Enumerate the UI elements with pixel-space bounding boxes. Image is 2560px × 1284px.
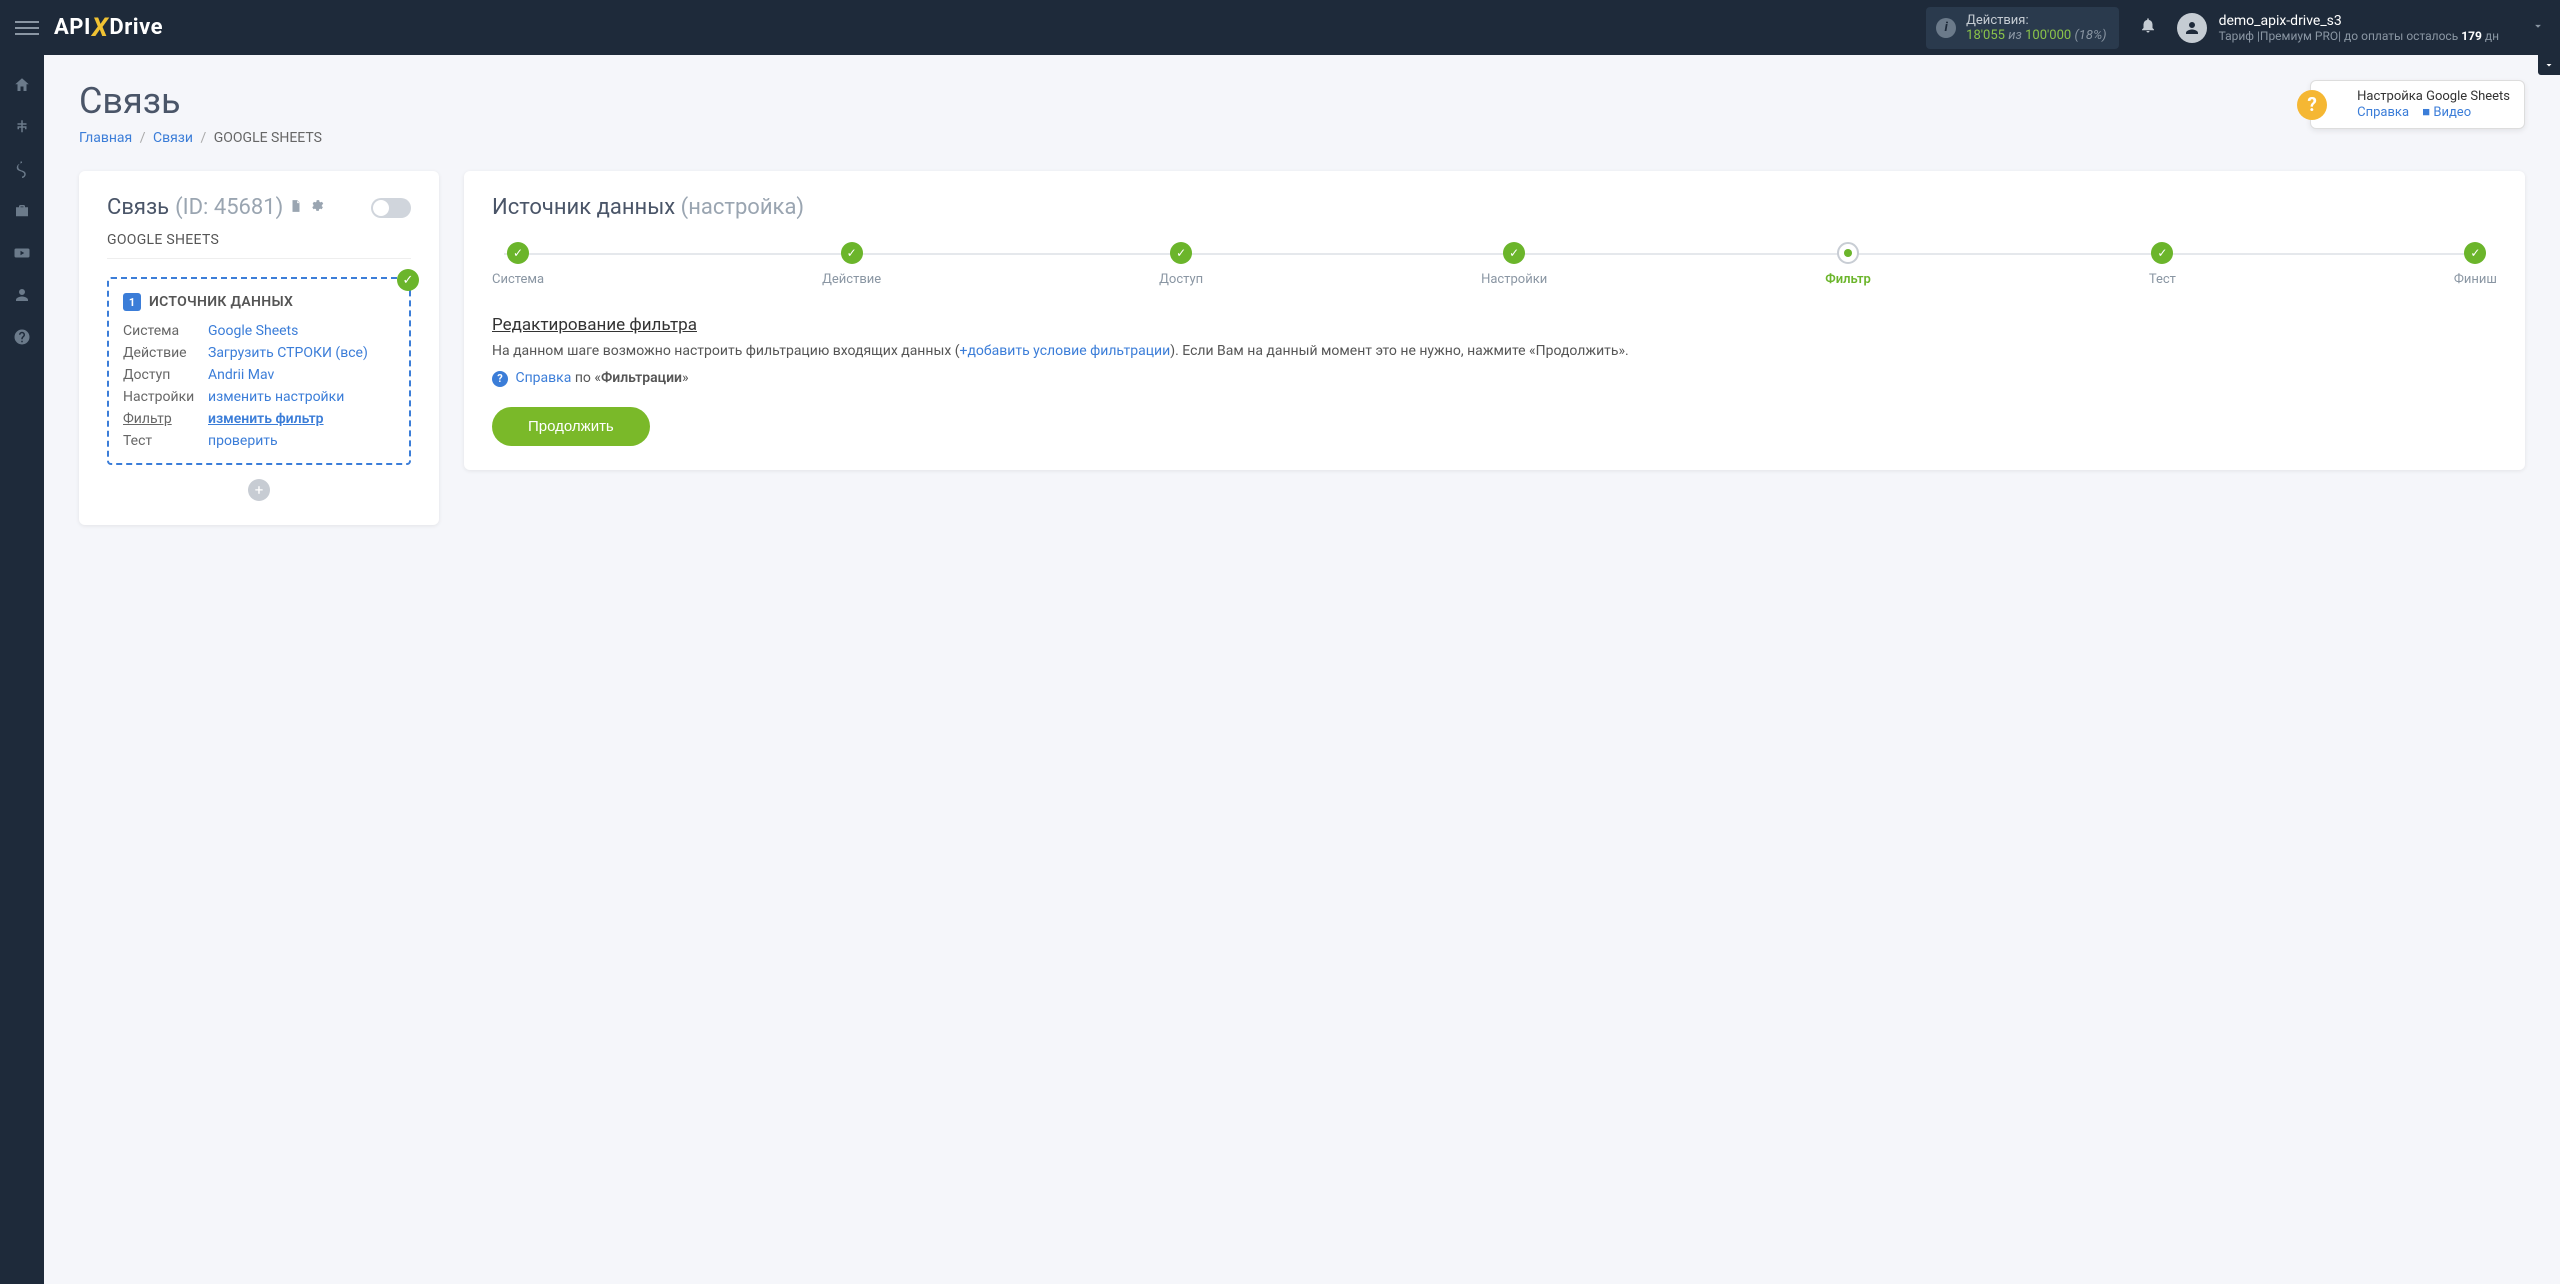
step[interactable]: ✓ Действие [822, 242, 881, 287]
document-icon[interactable] [289, 199, 303, 217]
filter-help-line: ? Справка по «Фильтрации» [492, 370, 2497, 387]
enable-toggle[interactable] [371, 198, 411, 218]
connection-card: Связь (ID: 45681) GOOGLE SHEETS ✓ [79, 171, 439, 525]
help-box: ? Настройка Google Sheets Справка ■ Виде… [2310, 80, 2525, 129]
page-title: Связь [79, 80, 322, 122]
step-done-icon: ✓ [1170, 242, 1192, 264]
step[interactable]: ✓ Финиш [2454, 242, 2497, 287]
breadcrumb-current: GOOGLE SHEETS [214, 130, 322, 146]
logo-drive: Drive [109, 15, 163, 40]
step-current-icon [1837, 242, 1859, 264]
source-box: ✓ 1 ИСТОЧНИК ДАННЫХ СистемаGoogle Sheets… [107, 277, 411, 465]
step[interactable]: ✓ Доступ [1159, 242, 1203, 287]
step[interactable]: ✓ Настройки [1481, 242, 1547, 287]
step-done-icon: ✓ [507, 242, 529, 264]
side-rail [0, 55, 44, 1284]
source-row-key: Фильтр [123, 411, 208, 427]
user-block[interactable]: demo_apix-drive_s3 Тариф |Премиум PRO| д… [2177, 13, 2545, 43]
config-title: Источник данных (настройка) [492, 195, 2497, 220]
hamburger-icon[interactable] [15, 16, 39, 40]
help-title: Настройка Google Sheets [2357, 89, 2510, 104]
step-done-icon: ✓ [2464, 242, 2486, 264]
breadcrumb-links[interactable]: Связи [153, 130, 193, 146]
source-row-value[interactable]: Andrii Mav [208, 367, 395, 383]
avatar-icon [2177, 13, 2207, 43]
conn-label: Связь [107, 195, 169, 220]
step[interactable]: ✓ Система [492, 242, 544, 287]
actions-counter[interactable]: i Действия: 18'055 из 100'000 (18%) [1926, 7, 2118, 49]
step-label: Фильтр [1825, 272, 1871, 287]
source-row-key: Действие [123, 345, 208, 361]
step-done-icon: ✓ [841, 242, 863, 264]
config-card: Источник данных (настройка) ✓ Система ✓ Дей… [464, 171, 2525, 470]
step-done-icon: ✓ [1503, 242, 1525, 264]
tariff-info: Тариф |Премиум PRO| до оплаты осталось 1… [2219, 29, 2499, 43]
source-row-key: Тест [123, 433, 208, 449]
breadcrumb-home[interactable]: Главная [79, 130, 132, 146]
stepper: ✓ Система ✓ Действие ✓ Доступ ✓ Настройки Фильтр… [492, 242, 2497, 287]
source-row-value[interactable]: проверить [208, 433, 395, 449]
home-icon[interactable] [12, 75, 32, 95]
step-label: Система [492, 272, 544, 287]
expand-icon[interactable] [2538, 55, 2560, 75]
help-ref-link[interactable]: Справка [2357, 105, 2409, 120]
youtube-icon[interactable] [12, 243, 32, 263]
add-filter-link[interactable]: добавить условие фильтрации [967, 343, 1170, 359]
help-icon[interactable] [12, 327, 32, 347]
topbar: API X Drive i Действия: 18'055 из 100'00… [0, 0, 2560, 55]
gear-icon[interactable] [309, 198, 324, 217]
source-row-value[interactable]: изменить настройки [208, 389, 395, 405]
help-inline-icon: ? [492, 371, 508, 387]
actions-label: Действия: [1966, 13, 2106, 28]
step-label: Настройки [1481, 272, 1547, 287]
source-heading: ИСТОЧНИК ДАННЫХ [149, 294, 293, 310]
info-icon: i [1936, 18, 1956, 38]
help-video-link[interactable]: Видео [2433, 105, 2471, 120]
step-label: Финиш [2454, 272, 2497, 287]
step-label: Тест [2149, 272, 2176, 287]
conn-subtitle: GOOGLE SHEETS [107, 232, 411, 259]
filter-help-ref[interactable]: Справка [515, 370, 571, 386]
dollar-icon[interactable] [12, 159, 32, 179]
bell-icon[interactable] [2139, 16, 2157, 39]
source-row-value[interactable]: Google Sheets [208, 323, 395, 339]
step-label: Доступ [1159, 272, 1203, 287]
question-icon: ? [2297, 90, 2327, 120]
logo[interactable]: API X Drive [54, 13, 163, 43]
video-icon: ■ [2422, 105, 2430, 120]
add-button[interactable]: + [248, 479, 270, 501]
user-icon[interactable] [12, 285, 32, 305]
actions-values: 18'055 из 100'000 (18%) [1966, 28, 2106, 43]
conn-id: (ID: 45681) [175, 195, 283, 220]
source-row-key: Система [123, 323, 208, 339]
source-row-key: Доступ [123, 367, 208, 383]
step-label: Действие [822, 272, 881, 287]
logo-api: API [54, 15, 91, 40]
source-row-value[interactable]: изменить фильтр [208, 411, 395, 427]
source-row-value[interactable]: Загрузить СТРОКИ (все) [208, 345, 395, 361]
chevron-down-icon[interactable] [2531, 19, 2545, 37]
filter-heading: Редактирование фильтра [492, 315, 2497, 335]
step-done-icon: ✓ [2151, 242, 2173, 264]
breadcrumb: Главная / Связи / GOOGLE SHEETS [79, 130, 322, 146]
continue-button[interactable]: Продолжить [492, 407, 650, 446]
check-icon: ✓ [397, 269, 419, 291]
step[interactable]: Фильтр [1825, 242, 1871, 287]
user-info: demo_apix-drive_s3 Тариф |Премиум PRO| д… [2219, 13, 2499, 43]
filter-description: На данном шаге возможно настроить фильтр… [492, 341, 2497, 362]
source-row-key: Настройки [123, 389, 208, 405]
step[interactable]: ✓ Тест [2149, 242, 2176, 287]
briefcase-icon[interactable] [12, 201, 32, 221]
logo-x: X [92, 13, 109, 43]
username: demo_apix-drive_s3 [2219, 13, 2499, 29]
source-number: 1 [123, 293, 141, 311]
sitemap-icon[interactable] [12, 117, 32, 137]
main-content: Связь Главная / Связи / GOOGLE SHEETS ? … [44, 55, 2560, 1284]
